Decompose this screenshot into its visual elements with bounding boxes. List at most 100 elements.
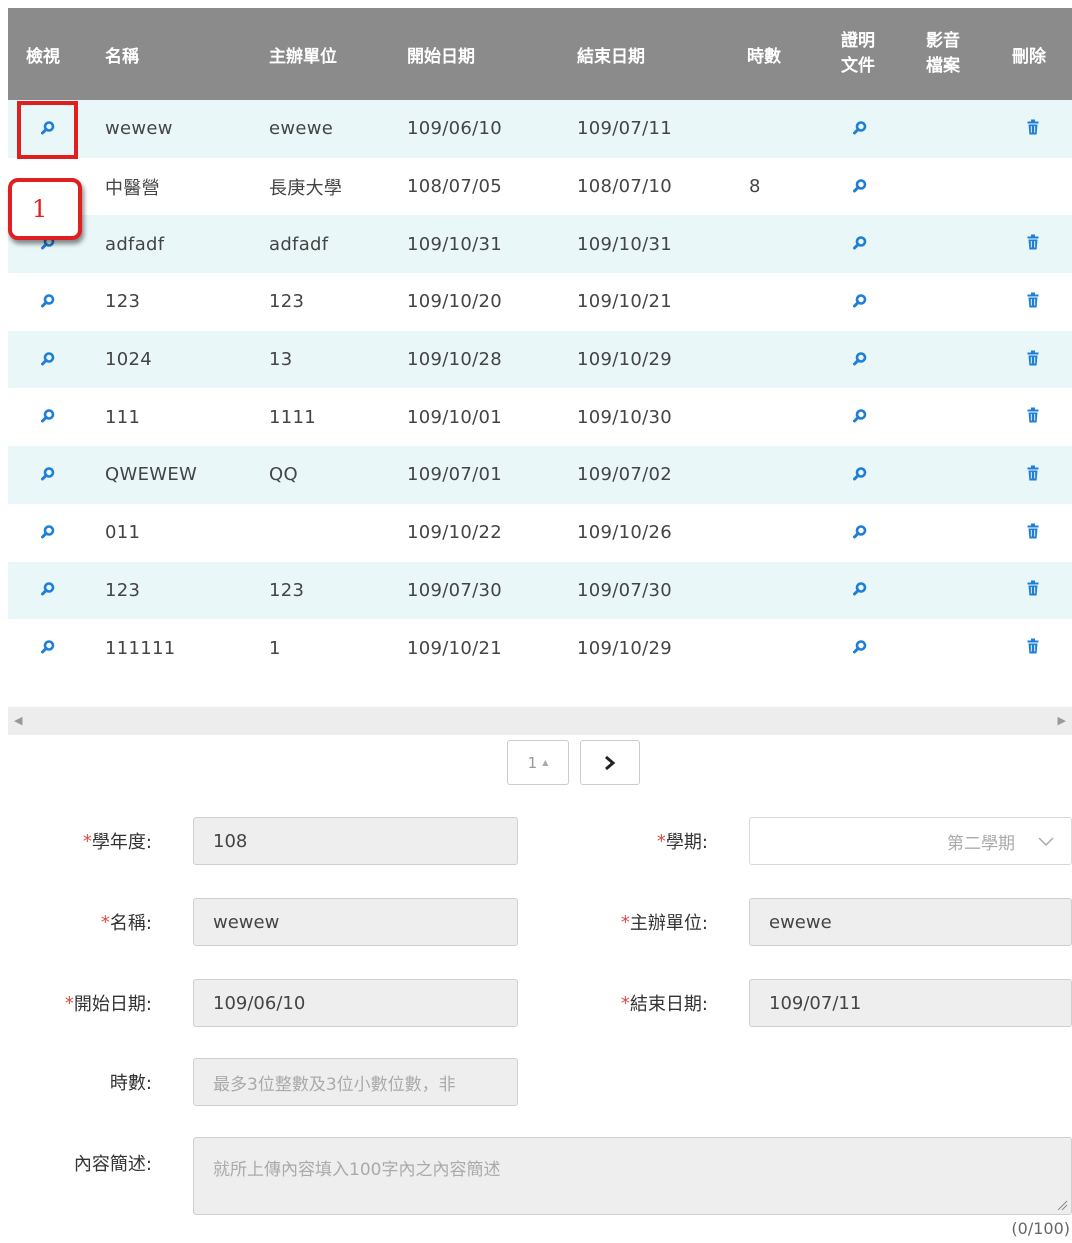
view-search-icon[interactable] bbox=[41, 522, 55, 543]
scroll-left-icon[interactable]: ◀ bbox=[14, 714, 22, 727]
cell-end-date: 109/10/30 bbox=[577, 406, 672, 428]
proof-search-icon[interactable] bbox=[853, 464, 867, 485]
proof-search-icon[interactable] bbox=[853, 291, 867, 312]
header-view: 檢視 bbox=[26, 46, 60, 67]
table-row: 123 123 109/07/30 109/07/30 bbox=[8, 561, 1072, 620]
required-mark: * bbox=[620, 911, 630, 933]
delete-trash-icon[interactable] bbox=[1027, 118, 1039, 139]
header-media-line1: 影音 bbox=[926, 31, 960, 51]
view-search-icon[interactable] bbox=[41, 291, 55, 312]
proof-search-icon[interactable] bbox=[853, 407, 867, 428]
scroll-right-icon[interactable]: ▶ bbox=[1058, 714, 1066, 727]
cell-organizer: 123 bbox=[269, 291, 305, 313]
page-number-button[interactable]: 1 ▲ bbox=[507, 740, 569, 785]
table-row: 中醫營 長庚大學 108/07/05 108/07/10 8 bbox=[8, 158, 1072, 216]
cell-start-date: 109/10/01 bbox=[407, 406, 502, 428]
delete-trash-icon[interactable] bbox=[1027, 522, 1039, 543]
end-date-field[interactable]: 109/07/11 bbox=[749, 979, 1072, 1027]
cell-hours: 8 bbox=[749, 176, 761, 198]
description-textarea[interactable]: 就所上傳內容填入100字內之內容簡述 bbox=[193, 1137, 1072, 1215]
proof-search-icon[interactable] bbox=[853, 522, 867, 543]
delete-trash-icon[interactable] bbox=[1027, 464, 1039, 485]
header-name: 名稱 bbox=[105, 46, 139, 67]
organizer-field[interactable]: ewewe bbox=[749, 898, 1072, 946]
cell-name: 123 bbox=[105, 579, 141, 601]
required-mark: * bbox=[100, 911, 110, 933]
header-proof-line2: 文件 bbox=[841, 56, 875, 76]
cell-end-date: 108/07/10 bbox=[577, 176, 672, 198]
name-label-text: 名稱: bbox=[109, 913, 152, 934]
start-date-field[interactable]: 109/06/10 bbox=[193, 979, 518, 1027]
cell-end-date: 109/10/29 bbox=[577, 349, 672, 371]
organizer-label-text: 主辦單位: bbox=[629, 913, 708, 934]
table-row: 1024 13 109/10/28 109/10/29 bbox=[8, 330, 1072, 389]
cell-name: 111111 bbox=[105, 637, 176, 659]
cell-start-date: 109/06/10 bbox=[407, 118, 502, 140]
header-start-date: 開始日期 bbox=[407, 46, 475, 67]
cell-name: 1024 bbox=[105, 349, 153, 371]
organizer-label: * 主辦單位: bbox=[560, 898, 708, 946]
delete-trash-icon[interactable] bbox=[1027, 349, 1039, 370]
header-media-file: 影音 檔案 bbox=[926, 8, 960, 100]
view-search-icon[interactable] bbox=[41, 638, 55, 659]
cell-end-date: 109/10/29 bbox=[577, 637, 672, 659]
sort-up-icon: ▲ bbox=[542, 758, 549, 767]
delete-trash-icon[interactable] bbox=[1027, 638, 1039, 659]
hours-field[interactable]: 最多3位整數及3位小數位數，非 bbox=[193, 1058, 518, 1106]
resize-handle-icon[interactable] bbox=[1056, 1199, 1068, 1211]
proof-search-icon[interactable] bbox=[853, 349, 867, 370]
header-proof-document: 證明 文件 bbox=[841, 8, 875, 100]
semester-value: 第二學期 bbox=[947, 833, 1015, 854]
table-row: 123 123 109/10/20 109/10/21 bbox=[8, 273, 1072, 331]
cell-name: 011 bbox=[105, 522, 141, 544]
name-field[interactable]: wewew bbox=[193, 898, 518, 946]
delete-trash-icon[interactable] bbox=[1027, 407, 1039, 428]
header-delete: 刪除 bbox=[1012, 46, 1046, 67]
proof-search-icon[interactable] bbox=[853, 638, 867, 659]
records-table: 檢視 名稱 主辦單位 開始日期 結束日期 時數 證明 文件 影音 檔案 刪除 w… bbox=[8, 8, 1072, 677]
year-field[interactable]: 108 bbox=[193, 817, 518, 865]
delete-trash-icon[interactable] bbox=[1027, 234, 1039, 255]
delete-trash-icon[interactable] bbox=[1027, 291, 1039, 312]
view-search-icon[interactable] bbox=[41, 580, 55, 601]
view-search-icon[interactable] bbox=[41, 349, 55, 370]
proof-search-icon[interactable] bbox=[853, 118, 867, 139]
cell-name: wewew bbox=[105, 118, 173, 140]
delete-trash-icon[interactable] bbox=[1027, 580, 1039, 601]
semester-label-text: 學期: bbox=[665, 832, 708, 853]
proof-search-icon[interactable] bbox=[853, 176, 867, 197]
name-label: * 名稱: bbox=[40, 898, 152, 946]
proof-search-icon[interactable] bbox=[853, 580, 867, 601]
view-search-icon[interactable] bbox=[41, 464, 55, 485]
cell-organizer: 長庚大學 bbox=[269, 177, 343, 199]
cell-start-date: 109/10/22 bbox=[407, 522, 502, 544]
table-body: wewew ewewe 109/06/10 109/07/11 中醫營 長庚大學 108/0… bbox=[8, 100, 1072, 677]
next-page-button[interactable] bbox=[580, 740, 640, 785]
page-number: 1 bbox=[527, 753, 538, 772]
view-search-icon[interactable] bbox=[41, 407, 55, 428]
cell-start-date: 109/10/31 bbox=[407, 233, 502, 255]
proof-search-icon[interactable] bbox=[853, 234, 867, 255]
header-hours: 時數 bbox=[747, 46, 781, 67]
cell-name: QWEWEW bbox=[105, 464, 198, 486]
horizontal-scrollbar[interactable]: ◀ ▶ bbox=[8, 707, 1072, 735]
year-label: * 學年度: bbox=[40, 817, 152, 865]
cell-name: 中醫營 bbox=[105, 177, 160, 199]
highlight-view-box bbox=[17, 101, 78, 159]
description-label: 內容簡述: bbox=[73, 1154, 152, 1175]
pagination: 1 ▲ bbox=[507, 740, 640, 785]
cell-organizer: 13 bbox=[269, 349, 293, 371]
table-row: 011 109/10/22 109/10/26 bbox=[8, 504, 1072, 562]
header-organizer: 主辦單位 bbox=[269, 46, 337, 67]
step-number: 1 bbox=[32, 195, 48, 223]
semester-select[interactable]: 第二學期 bbox=[749, 817, 1072, 865]
table-row: QWEWEW QQ 109/07/01 109/07/02 bbox=[8, 446, 1072, 504]
cell-start-date: 109/07/30 bbox=[407, 579, 502, 601]
cell-end-date: 109/07/30 bbox=[577, 579, 672, 601]
hours-label: 時數: bbox=[109, 1073, 152, 1094]
end-date-label: * 結束日期: bbox=[560, 979, 708, 1027]
cell-end-date: 109/07/02 bbox=[577, 464, 672, 486]
cell-end-date: 109/10/26 bbox=[577, 522, 672, 544]
table-row: 111 1111 109/10/01 109/10/30 bbox=[8, 388, 1072, 446]
cell-organizer: 1111 bbox=[269, 406, 317, 428]
